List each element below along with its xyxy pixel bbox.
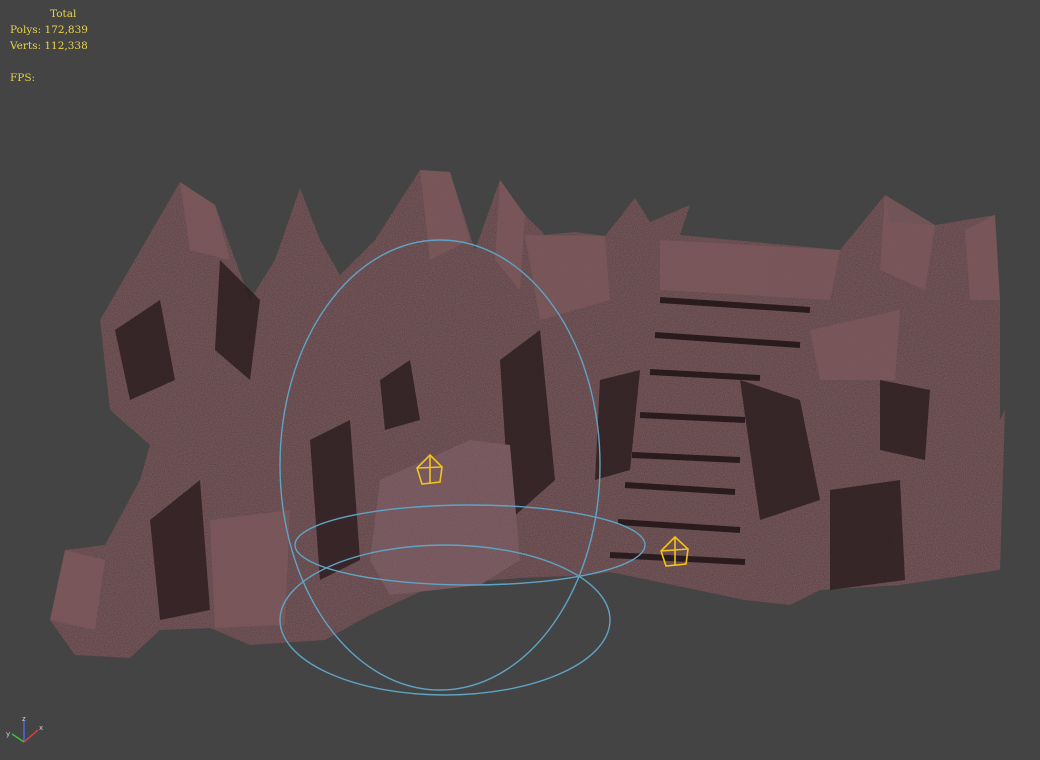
polys-row: Polys: 172,839 — [10, 22, 88, 38]
axis-y-line — [11, 733, 25, 743]
verts-label: Verts: — [10, 40, 41, 52]
axis-z-label: z — [22, 715, 26, 723]
perspective-viewport[interactable]: Total Polys: 172,839 Verts: 112,338 FPS:… — [0, 0, 1040, 760]
verts-row: Verts: 112,338 — [10, 38, 88, 54]
axis-y-label: y — [6, 730, 10, 738]
rock-cave-model[interactable] — [50, 170, 1005, 658]
polys-value: 172,839 — [44, 24, 88, 36]
verts-value: 112,338 — [44, 40, 88, 52]
polys-label: Polys: — [10, 24, 42, 36]
fps-label: FPS: — [10, 72, 36, 84]
axis-x-line — [23, 729, 39, 743]
scene-render[interactable] — [0, 0, 1040, 760]
viewport-statistics: Total Polys: 172,839 Verts: 112,338 FPS: — [10, 6, 88, 86]
stats-title: Total — [50, 8, 77, 20]
axis-gizmo-icon: z x y — [6, 715, 43, 743]
axis-x-label: x — [39, 724, 43, 732]
